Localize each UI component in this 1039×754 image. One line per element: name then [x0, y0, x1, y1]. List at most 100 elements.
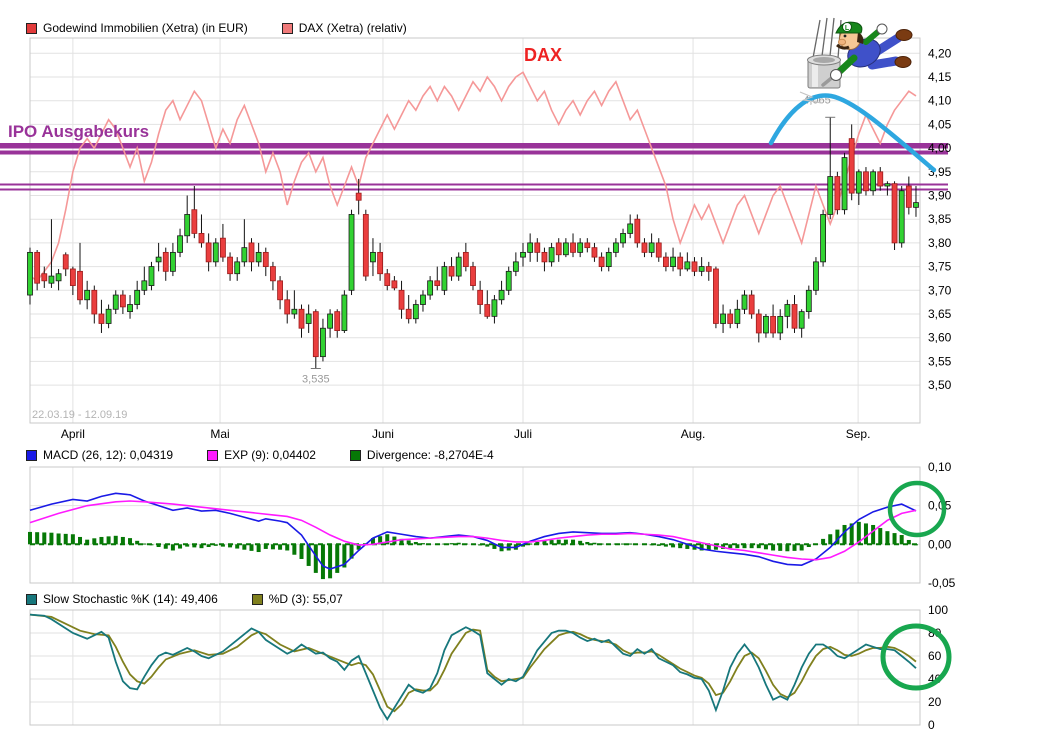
candle: [878, 172, 883, 186]
price-ytick-label: 4,20: [928, 46, 952, 60]
candle: [721, 314, 726, 323]
candle: [578, 243, 583, 252]
candle: [185, 214, 190, 235]
legend-item-stoch-d: %D (3): 55,07: [252, 592, 343, 606]
date-range-label: 22.03.19 - 12.09.19: [32, 409, 127, 421]
candle: [435, 281, 440, 286]
candle: [399, 290, 404, 309]
stoch-d-legend-label: %D (3): 55,07: [269, 592, 343, 606]
candle: [470, 267, 475, 286]
candle: [349, 214, 354, 290]
candle: [813, 262, 818, 290]
candle: [678, 257, 683, 269]
candle: [270, 267, 275, 281]
main-chart-legend: Godewind Immobilien (Xetra) (in EUR) DAX…: [26, 21, 407, 35]
exp-legend-swatch: [207, 450, 218, 461]
low-price-label: 3,535: [302, 374, 330, 386]
candle: [628, 224, 633, 233]
candle: [892, 184, 897, 243]
cap-letter: L: [845, 25, 850, 32]
price-ytick-label: 3,70: [928, 283, 952, 297]
stock-chart-page: 3,5354,0654,204,154,104,054,003,953,903,…: [0, 0, 1039, 754]
candle: [428, 281, 433, 295]
candle: [213, 243, 218, 262]
candle: [456, 257, 461, 276]
candle: [763, 316, 768, 333]
candle: [671, 257, 676, 266]
glove: [877, 24, 887, 34]
legend-item-godewind: Godewind Immobilien (Xetra) (in EUR): [26, 21, 248, 35]
macd-lines: [30, 493, 916, 569]
candle: [613, 243, 618, 252]
candle: [771, 316, 776, 333]
candle: [28, 252, 33, 295]
price-ytick-label: 4,10: [928, 94, 952, 108]
candle: [135, 290, 140, 304]
candle: [656, 243, 661, 257]
dax-relative-line: [30, 72, 916, 281]
candle: [63, 255, 68, 269]
candle: [806, 290, 811, 311]
month-label: Aug.: [681, 427, 706, 441]
candle: [828, 177, 833, 215]
candle: [492, 300, 497, 317]
legend-item-dax: DAX (Xetra) (relativ): [282, 21, 407, 35]
candle: [120, 295, 125, 307]
price-ytick-label: 3,60: [928, 331, 952, 345]
dax-annotation-label: DAX: [524, 45, 562, 65]
divergence-legend-label: Divergence: -8,2704E-4: [367, 448, 494, 462]
candle: [856, 172, 861, 193]
candle: [685, 262, 690, 269]
stoch-k-legend-label: Slow Stochastic %K (14): 49,406: [43, 592, 218, 606]
month-label: Mai: [210, 427, 229, 441]
candle: [42, 274, 47, 281]
candle: [292, 309, 297, 314]
candle: [478, 290, 483, 304]
price-ytick-label: 3,90: [928, 189, 952, 203]
candle: [206, 243, 211, 262]
candle: [571, 243, 576, 252]
candle: [592, 248, 597, 257]
candle: [535, 243, 540, 252]
luigi-character-image: L: [800, 18, 912, 103]
macd-histogram: [28, 522, 918, 579]
candle: [163, 252, 168, 271]
candle: [335, 312, 340, 331]
candle: [192, 210, 197, 234]
candle: [128, 305, 133, 312]
candle: [92, 290, 97, 314]
candle: [871, 172, 876, 191]
shoe: [895, 57, 911, 68]
candle: [642, 243, 647, 252]
candle: [113, 295, 118, 309]
candle: [863, 172, 868, 191]
macd-panel: 0,100,050,00-0,05: [30, 460, 956, 590]
candle: [485, 305, 490, 317]
godewind-legend-label: Godewind Immobilien (Xetra) (in EUR): [43, 21, 248, 35]
macd-ytick-label: 0,10: [928, 460, 952, 474]
macd-ytick-label: 0,00: [928, 537, 952, 551]
month-label: Sep.: [846, 427, 871, 441]
glove: [831, 70, 842, 81]
shoe: [896, 30, 912, 41]
candle: [528, 243, 533, 252]
candle: [378, 252, 383, 273]
candle: [521, 252, 526, 257]
candle: [99, 314, 104, 323]
stochastic-panel: 100806040200: [30, 603, 948, 732]
macd-ytick-label: 0,05: [928, 499, 952, 513]
candle: [149, 267, 154, 286]
candle: [56, 274, 61, 281]
candle: [842, 158, 847, 210]
candle: [320, 328, 325, 356]
chart-canvas: 3,5354,0654,204,154,104,054,003,953,903,…: [0, 0, 1039, 754]
candle: [85, 290, 90, 299]
candle: [649, 243, 654, 252]
candle: [906, 186, 911, 207]
macd-legend: MACD (26, 12): 0,04319 EXP (9): 0,04402 …: [26, 448, 494, 462]
stoch-ytick-label: 20: [928, 695, 942, 709]
godewind-legend-swatch: [26, 23, 37, 34]
candle: [799, 312, 804, 329]
price-ytick-label: 4,15: [928, 70, 952, 84]
candle: [442, 267, 447, 291]
